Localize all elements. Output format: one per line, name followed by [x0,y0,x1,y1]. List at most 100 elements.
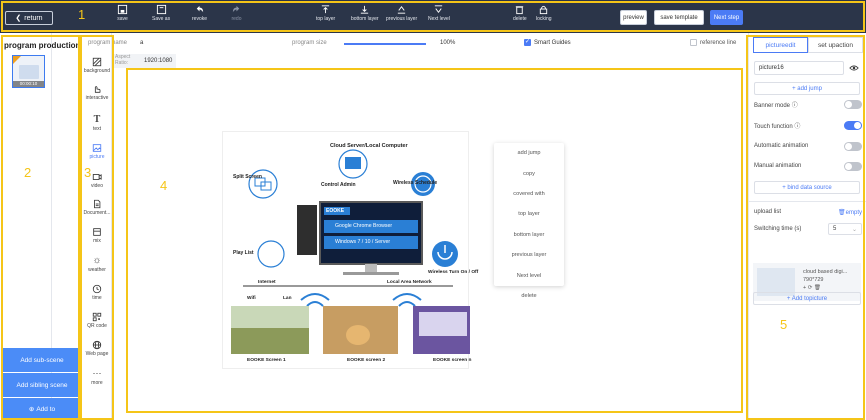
info-icon: ⓘ [791,102,798,109]
screen-1-label: EOOKE Screen 1 [247,358,286,363]
context-menu-delete[interactable]: delete [494,286,564,306]
eye-icon[interactable] [849,64,859,72]
program-info-bar: program name a program size 100% ✓ Smart… [88,38,748,50]
automatic-animation-row: Automatic animation [754,140,862,152]
widget-text[interactable]: T text [82,114,112,132]
switching-time-row: Switching time (s) 5 ⌄ [754,223,862,235]
widget-web-page[interactable]: Web page [82,340,112,357]
save-button[interactable]: save [117,4,128,22]
tab-picture-edit[interactable]: pictureedit [753,37,808,53]
save-as-button[interactable]: Save as [152,4,170,22]
banner-mode-switch[interactable] [844,99,862,109]
banner-mode-label: Banner mode ⓘ [754,102,798,109]
program-size-slider[interactable] [344,43,426,45]
canvas-picture[interactable]: Cloud Server/Local Computer Split Screen… [222,131,488,369]
next-level-icon [435,5,443,14]
lock-icon [540,5,548,15]
widget-interactive[interactable]: interactive [82,84,112,101]
bind-data-source-button[interactable]: + bind data source [754,181,860,194]
manual-animation-switch[interactable] [844,161,862,171]
program-size-label: program size [292,40,327,46]
wifi-label: Wifi [247,296,256,301]
chevron-down-icon: ⌄ [851,226,857,233]
annotation-number-4: 4 [160,178,168,193]
aspect-ratio-box: Aspect Ratio: 1920:1080 [112,54,176,68]
power-label: Wireless Turn On / Off [428,270,479,275]
trash-icon: 🗑 [838,209,846,216]
upload-list-header: upload list 🗑empty [754,206,862,218]
next-level-button[interactable]: Next level [428,4,450,22]
qr-code-icon [92,312,102,322]
context-menu-previous-layer[interactable]: previous layer [494,245,564,265]
touch-function-switch[interactable] [844,120,862,130]
annotation-number-3: 3 [84,165,92,180]
add-to-button[interactable]: ⊕ Add to [3,398,81,420]
thumbnail-image [19,65,39,79]
add-jump-button[interactable]: + add jump [754,82,860,95]
browser-label: Google Chrome Browser [335,223,393,229]
widget-document[interactable]: Document... [82,199,112,216]
touch-function-row: Touch function ⓘ [754,119,862,131]
scene-thumbnail[interactable]: 00:00:10 [12,55,45,88]
os-label: Windows 7 / 10 / Server [335,239,391,245]
screen-n-label: EOOKE screen n [433,358,472,363]
clock-icon [92,284,102,294]
wireless-schedule-label: Wireless Schedule [393,180,438,186]
redo-icon [232,5,240,13]
return-button[interactable]: ❮ return [5,11,53,25]
redo-button[interactable]: redo [231,4,242,22]
next-step-button[interactable]: Next step [710,10,743,25]
delete-button[interactable]: delete [513,4,527,22]
automatic-animation-label: Automatic animation [754,143,809,149]
smart-guides-checkbox[interactable]: ✓ [524,39,531,46]
program-name-input[interactable]: a [140,40,143,46]
save-template-button[interactable]: save template [654,10,704,25]
add-to-picture-button[interactable]: + Add topicture [753,292,861,305]
reference-line-checkbox[interactable] [690,39,697,46]
add-sibling-scene-button[interactable]: Add sibling scene [3,373,81,397]
widget-time[interactable]: time [82,284,112,301]
context-menu-top-layer[interactable]: top layer [494,204,564,224]
bottom-layer-icon [361,5,369,14]
aspect-ratio-value: 1920:1080 [144,58,173,64]
widget-more[interactable]: ⋯ more [82,368,112,386]
picture-name-input[interactable]: picture16 [754,61,844,75]
internet-label: Internet [258,280,276,285]
previous-layer-button[interactable]: previous layer [386,4,417,22]
revoke-button[interactable]: revoke [192,4,207,22]
lan-network-label: Local Area Network [387,280,432,285]
context-menu-covered-with[interactable]: covered with [494,184,564,204]
tab-set-up-action[interactable]: set upaction [808,37,863,53]
locking-button[interactable]: locking [536,4,552,22]
widget-mix[interactable]: mix [82,227,112,244]
automatic-animation-switch[interactable] [844,141,862,151]
preview-button[interactable]: preview [620,10,647,25]
chevron-left-icon: ❮ [15,15,22,22]
context-menu-add-jump[interactable]: add jump [494,143,564,163]
widget-qr-code[interactable]: QR code [82,312,112,329]
widget-background[interactable]: background [82,57,112,74]
scene-duration: 00:00:10 [13,81,44,87]
context-menu: add jump copy covered with top layer bot… [494,143,564,299]
refresh-icon[interactable]: ⟳ [808,285,813,291]
delete-icon [516,6,524,15]
trash-icon[interactable]: 🗑 [814,285,821,291]
top-layer-button[interactable]: top layer [316,4,335,22]
plus-circle-icon: ⊕ [28,406,35,413]
switching-time-select[interactable]: 5 ⌄ [828,223,862,235]
add-sub-scene-button[interactable]: Add sub-scene [3,348,81,372]
context-menu-next-level[interactable]: Next level [494,265,564,285]
text-icon: T [93,114,101,125]
widget-weather[interactable]: ☼ weather [82,255,112,273]
touch-function-label: Touch function ⓘ [754,123,801,130]
context-menu-bottom-layer[interactable]: bottom layer [494,225,564,245]
top-toolbar: ❮ return save Save as revoke redo top la… [0,0,866,33]
document-icon [94,199,101,209]
empty-button[interactable]: 🗑empty [838,209,862,216]
bottom-layer-button[interactable]: bottom layer [351,4,379,22]
context-menu-copy[interactable]: copy [494,163,564,183]
widget-picture[interactable]: picture [82,143,112,160]
program-title: program production(1) [4,41,91,50]
add-icon[interactable]: + [803,285,806,291]
upload-item-meta: cloud based digi... 790*729 + ⟳ 🗑 [803,268,847,292]
